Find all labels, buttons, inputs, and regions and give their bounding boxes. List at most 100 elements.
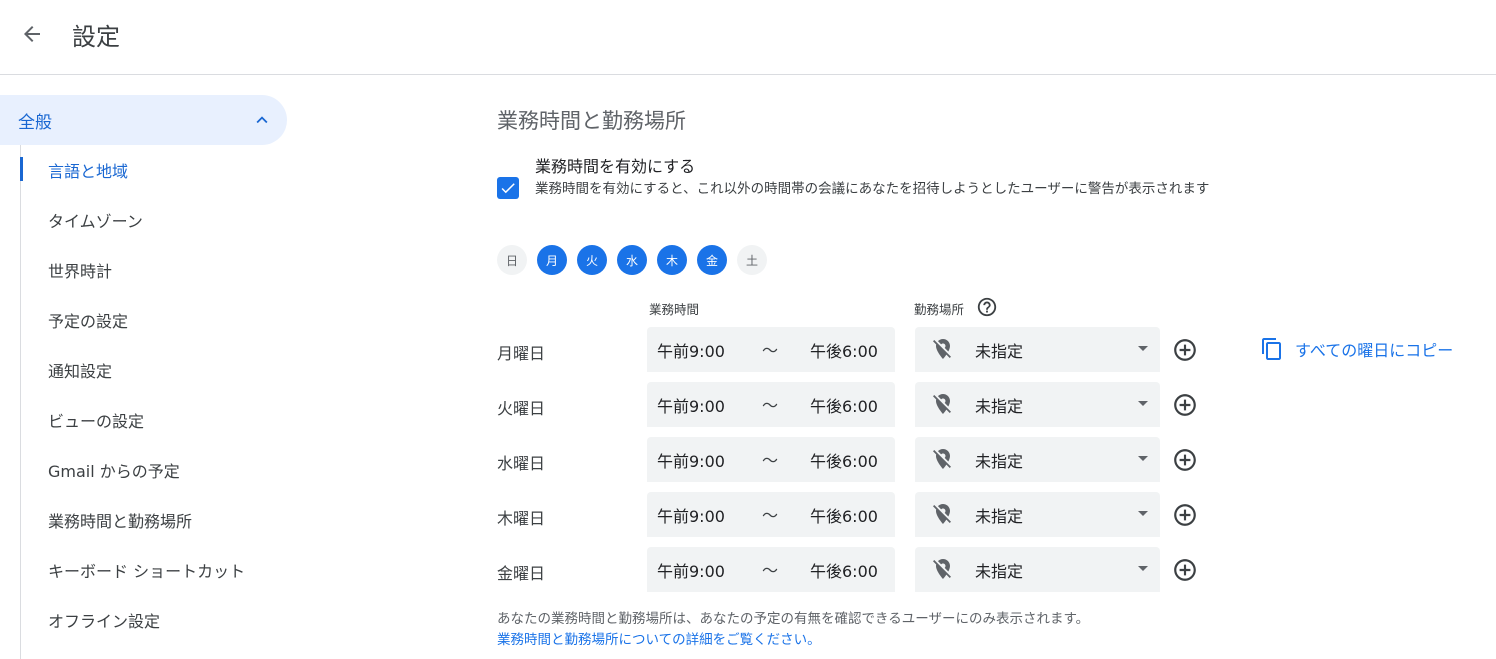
enable-working-hours-label: 業務時間を有効にする (535, 157, 696, 176)
range-separator: 〜 (762, 506, 779, 525)
day-toggle-wed[interactable]: 水 (617, 245, 647, 275)
sidebar-item-label: 通知設定 (48, 362, 113, 381)
sidebar-item-view-settings[interactable]: ビューの設定 (21, 395, 290, 445)
range-separator: 〜 (762, 451, 779, 470)
start-time-select[interactable]: 午前9:00 (657, 448, 725, 472)
sidebar-item-label: キーボード ショートカット (48, 562, 246, 581)
dropdown-arrow-icon (1138, 456, 1148, 461)
range-separator: 〜 (762, 396, 779, 415)
sidebar-item-label: 言語と地域 (48, 162, 129, 181)
day-toggle-sat[interactable]: 土 (737, 245, 767, 275)
sidebar-item-timezone[interactable]: タイムゾーン (21, 195, 290, 245)
column-header-hours: 業務時間 (649, 302, 700, 317)
help-icon[interactable] (976, 296, 998, 318)
time-range-field: 午前9:00 〜 午後6:00 (647, 382, 895, 427)
header: 設定 (0, 0, 1496, 75)
sidebar-section-general[interactable]: 全般 (0, 95, 287, 145)
working-hours-row-wed: 水曜日 午前9:00 〜 午後6:00 未指定 (497, 437, 1487, 483)
time-range-field: 午前9:00 〜 午後6:00 (647, 327, 895, 372)
sidebar-item-event-settings[interactable]: 予定の設定 (21, 295, 290, 345)
end-time-select[interactable]: 午後6:00 (810, 448, 878, 472)
end-time-select[interactable]: 午後6:00 (810, 338, 878, 362)
chevron-up-icon (256, 116, 268, 124)
sidebar-item-offline[interactable]: オフライン設定 (21, 595, 290, 645)
sidebar-item-world-clock[interactable]: 世界時計 (21, 245, 290, 295)
copy-to-all-days-label: すべての曜日にコピー (1295, 341, 1454, 360)
enable-working-hours-description: 業務時間を有効にすると、これ以外の時間帯の会議にあなたを招待しようとしたユーザー… (535, 181, 1210, 197)
working-hours-row-tue: 火曜日 午前9:00 〜 午後6:00 未指定 (497, 382, 1487, 428)
location-select[interactable]: 未指定 (915, 492, 1160, 537)
day-toggle-tue[interactable]: 火 (577, 245, 607, 275)
location-value: 未指定 (975, 452, 1024, 471)
sidebar-item-label: タイムゾーン (48, 212, 143, 231)
day-toggle-mon[interactable]: 月 (537, 245, 567, 275)
start-time-select[interactable]: 午前9:00 (657, 558, 725, 582)
add-circle-icon[interactable] (1172, 337, 1198, 363)
sidebar-item-language-region[interactable]: 言語と地域 (20, 145, 290, 195)
location-value: 未指定 (975, 342, 1024, 361)
row-day-name: 木曜日 (497, 509, 546, 528)
add-circle-icon[interactable] (1172, 502, 1198, 528)
working-hours-row-fri: 金曜日 午前9:00 〜 午後6:00 未指定 (497, 547, 1487, 593)
check-icon (501, 183, 515, 194)
day-toggle-fri[interactable]: 金 (697, 245, 727, 275)
copy-to-all-days-button[interactable]: すべての曜日にコピー (1260, 337, 1453, 361)
weekday-selector: 日 月 火 水 木 金 土 (497, 245, 777, 275)
location-off-icon (933, 339, 951, 359)
location-off-icon (933, 559, 951, 579)
dropdown-arrow-icon (1138, 346, 1148, 351)
sidebar-item-keyboard-shortcuts[interactable]: キーボード ショートカット (21, 545, 290, 595)
location-select[interactable]: 未指定 (915, 437, 1160, 482)
end-time-select[interactable]: 午後6:00 (810, 558, 878, 582)
time-range-field: 午前9:00 〜 午後6:00 (647, 437, 895, 482)
section-title: 業務時間と勤務場所 (497, 109, 686, 133)
row-day-name: 火曜日 (497, 399, 546, 418)
sidebar-item-label: Gmail からの予定 (48, 462, 180, 481)
sidebar-item-label: オフライン設定 (48, 612, 161, 631)
end-time-select[interactable]: 午後6:00 (810, 503, 878, 527)
location-off-icon (933, 394, 951, 414)
start-time-select[interactable]: 午前9:00 (657, 393, 725, 417)
dropdown-arrow-icon (1138, 401, 1148, 406)
location-value: 未指定 (975, 507, 1024, 526)
time-range-field: 午前9:00 〜 午後6:00 (647, 547, 895, 592)
dropdown-arrow-icon (1138, 566, 1148, 571)
start-time-select[interactable]: 午前9:00 (657, 338, 725, 362)
end-time-select[interactable]: 午後6:00 (810, 393, 878, 417)
sidebar-section-label: 全般 (18, 112, 52, 133)
visibility-note: あなたの業務時間と勤務場所は、あなたの予定の有無を確認できるユーザーにのみ表示さ… (497, 611, 1090, 627)
time-range-field: 午前9:00 〜 午後6:00 (647, 492, 895, 537)
location-off-icon (933, 504, 951, 524)
add-circle-icon[interactable] (1172, 557, 1198, 583)
add-circle-icon[interactable] (1172, 392, 1198, 418)
working-hours-row-thu: 木曜日 午前9:00 〜 午後6:00 未指定 (497, 492, 1487, 538)
day-toggle-thu[interactable]: 木 (657, 245, 687, 275)
sidebar-item-gmail-events[interactable]: Gmail からの予定 (21, 445, 290, 495)
copy-icon (1262, 338, 1281, 360)
location-select[interactable]: 未指定 (915, 547, 1160, 592)
location-value: 未指定 (975, 562, 1024, 581)
row-day-name: 金曜日 (497, 564, 546, 583)
add-circle-icon[interactable] (1172, 447, 1198, 473)
sidebar-item-notifications[interactable]: 通知設定 (21, 345, 290, 395)
enable-working-hours-checkbox[interactable] (497, 177, 519, 199)
day-toggle-sun[interactable]: 日 (497, 245, 527, 275)
sidebar-item-label: 世界時計 (48, 262, 113, 281)
location-select[interactable]: 未指定 (915, 327, 1160, 372)
sidebar-item-label: 業務時間と勤務場所 (48, 512, 193, 531)
location-value: 未指定 (975, 397, 1024, 416)
sidebar-item-label: ビューの設定 (48, 412, 145, 431)
start-time-select[interactable]: 午前9:00 (657, 503, 725, 527)
back-button[interactable] (16, 18, 48, 50)
location-off-icon (933, 449, 951, 469)
page-title: 設定 (72, 23, 120, 51)
row-day-name: 水曜日 (497, 454, 546, 473)
range-separator: 〜 (762, 341, 779, 360)
location-select[interactable]: 未指定 (915, 382, 1160, 427)
arrow-back-icon (24, 26, 40, 42)
row-day-name: 月曜日 (497, 344, 546, 363)
column-header-location: 勤務場所 (914, 302, 965, 317)
learn-more-link[interactable]: 業務時間と勤務場所についての詳細をご覧ください。 (497, 628, 821, 648)
dropdown-arrow-icon (1138, 511, 1148, 516)
sidebar-item-working-hours[interactable]: 業務時間と勤務場所 (21, 495, 290, 545)
